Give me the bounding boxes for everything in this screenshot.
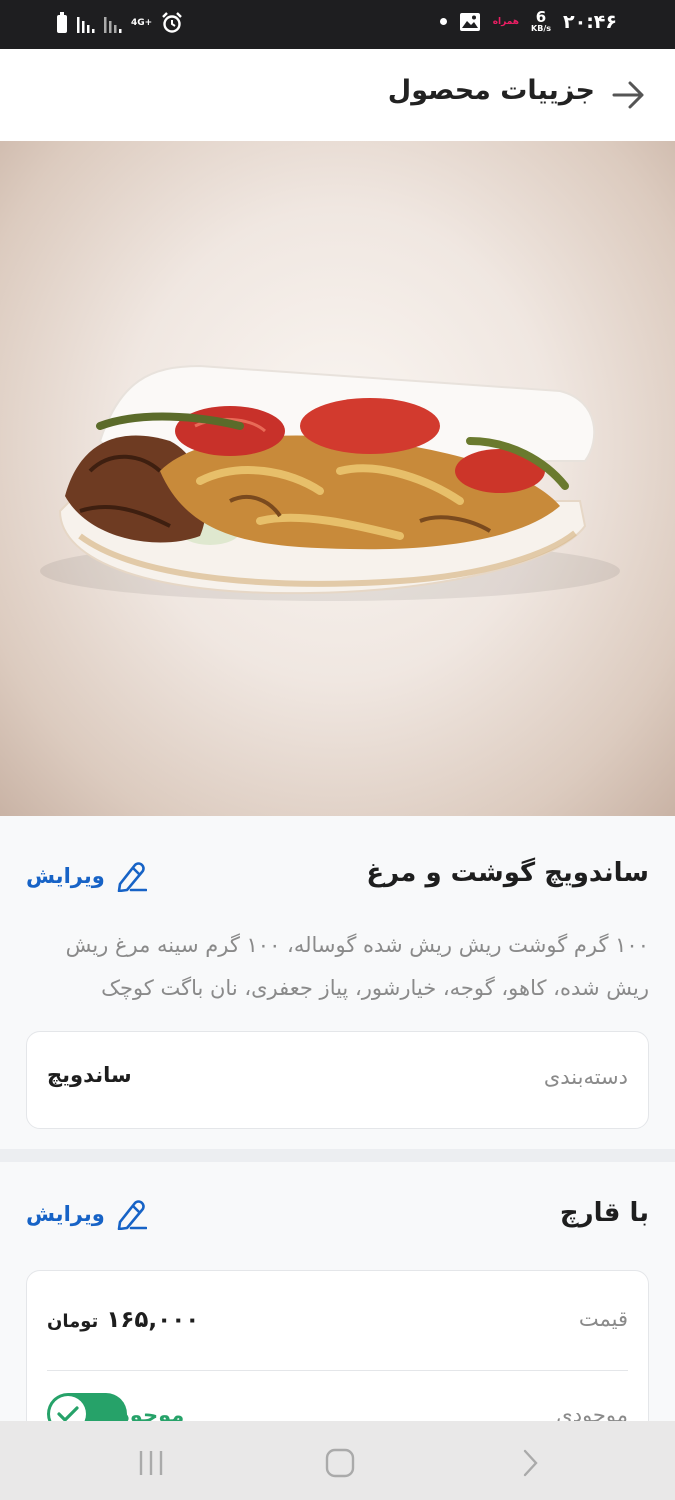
pencil-icon [117, 1200, 147, 1230]
image-icon [459, 12, 480, 31]
app-bar: جزییات محصول [0, 49, 675, 141]
speed-value: 6 [535, 8, 547, 26]
edit-label: ویرایش [26, 864, 105, 888]
home-icon [325, 1448, 355, 1478]
network-type: 4G+ [131, 17, 153, 28]
recent-apps-icon [139, 1451, 163, 1475]
price-currency: تومان [47, 1311, 99, 1332]
alarm-icon [162, 12, 183, 33]
arrow-right-icon [612, 81, 644, 109]
notification-dot [439, 18, 447, 25]
signal-icon [104, 17, 122, 33]
price-row: قیمت ۱۶۵,۰۰۰ تومان [27, 1271, 648, 1370]
product-title: ساندویچ گوشت و مرغ [366, 858, 649, 888]
edit-product-button[interactable]: ویرایش [26, 860, 147, 892]
category-label: دسته‌بندی [543, 1065, 628, 1089]
back-button[interactable] [611, 77, 647, 113]
product-info-section: ساندویچ گوشت و مرغ ویرایش ۱۰۰ گرم گوشت ر… [0, 816, 675, 1149]
signal-icon [77, 17, 95, 33]
category-value: ساندویچ [47, 1063, 132, 1087]
row-divider [47, 1370, 628, 1371]
pencil-icon [117, 862, 147, 892]
speed-unit: KB/s [531, 24, 551, 33]
system-nav-bar [0, 1421, 675, 1500]
edit-variant-button[interactable]: ویرایش [26, 1198, 147, 1230]
price-value: ۱۶۵,۰۰۰ تومان [47, 1307, 199, 1333]
clock: ۲۰:۴۶ [563, 10, 617, 33]
page-title: جزییات محصول [387, 75, 595, 106]
chevron-right-icon [523, 1449, 538, 1477]
price-amount: ۱۶۵,۰۰۰ [106, 1307, 200, 1333]
product-description: ۱۰۰ گرم گوشت ریش ریش شده گوساله، ۱۰۰ گرم… [65, 933, 649, 1000]
carrier-label: همراه [492, 16, 520, 27]
recent-apps-button[interactable] [131, 1443, 171, 1483]
sandwich-image [40, 364, 620, 601]
product-image [0, 141, 675, 816]
battery-icon [57, 12, 67, 33]
home-button[interactable] [320, 1443, 360, 1483]
section-divider [0, 1149, 675, 1162]
variant-title: با قارچ [559, 1198, 649, 1228]
category-box: دسته‌بندی ساندویچ [26, 1031, 649, 1129]
price-label: قیمت [578, 1307, 628, 1331]
network-speed: 6 KB/s [531, 10, 551, 33]
back-nav-button[interactable] [510, 1443, 550, 1483]
status-bar: 4G+ همراه 6 KB/s ۲۰:۴۶ [0, 0, 675, 49]
edit-label: ویرایش [26, 1202, 105, 1226]
category-row[interactable]: دسته‌بندی ساندویچ [27, 1032, 648, 1128]
